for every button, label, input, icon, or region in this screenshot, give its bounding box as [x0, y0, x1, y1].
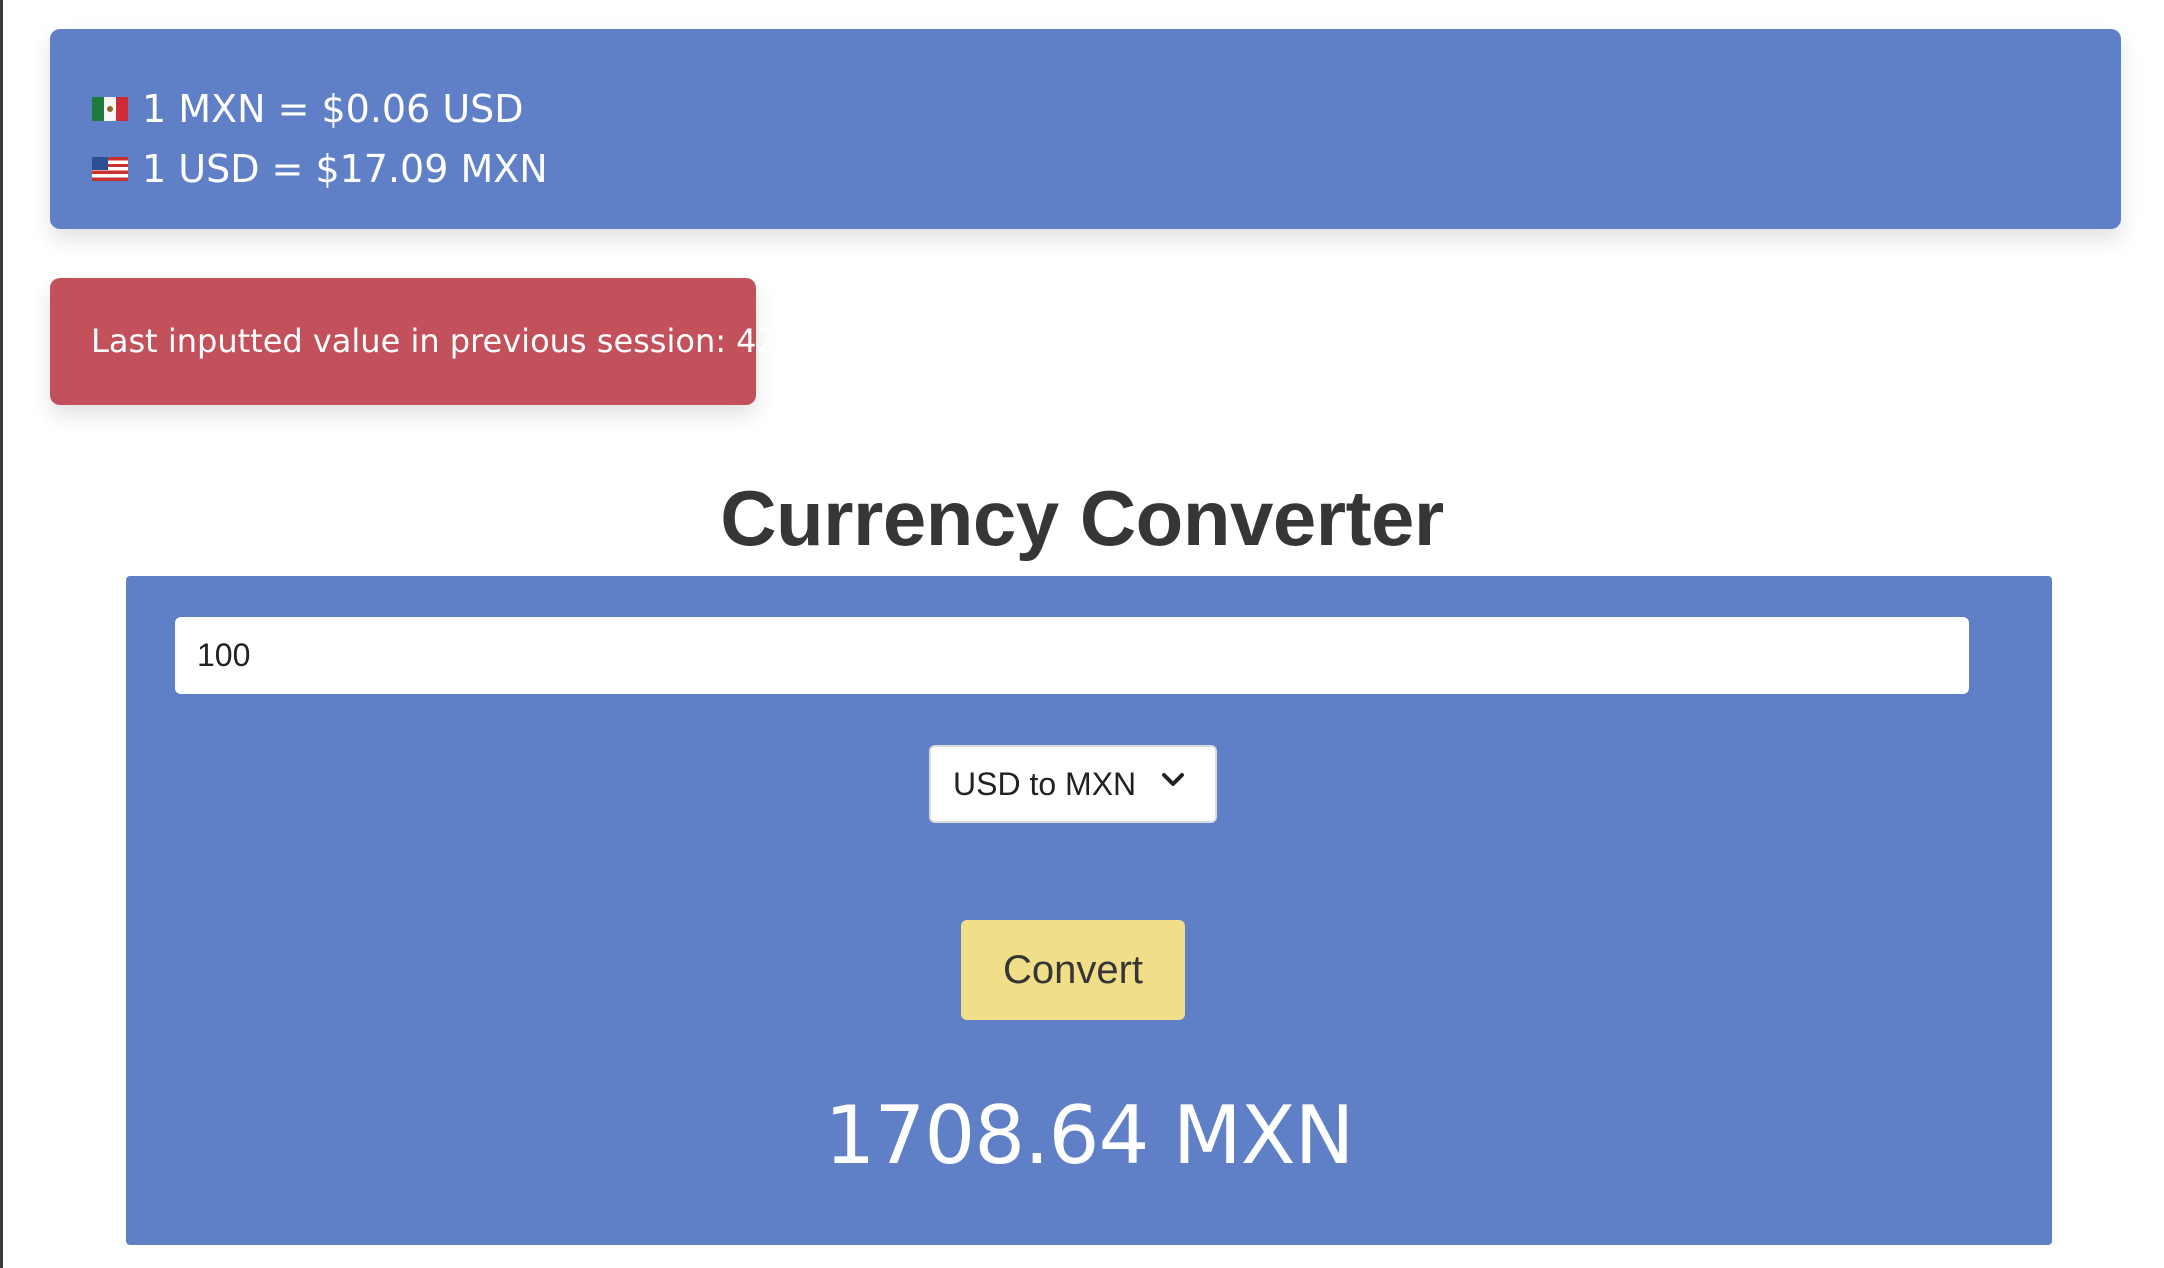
mxn-to-usd-rate: 1 MXN = $0.06 USD [92, 79, 2121, 139]
page-title: Currency Converter [720, 474, 1444, 562]
chevron-down-icon [1162, 773, 1184, 786]
left-window-border [0, 0, 3, 1268]
conversion-direction-select[interactable]: USD to MXN [929, 745, 1217, 823]
usd-to-mxn-rate: 1 USD = $17.09 MXN [92, 139, 2121, 199]
convert-button[interactable]: Convert [961, 920, 1185, 1020]
previous-session-notice-text: Last inputted value in previous session:… [91, 322, 777, 360]
us-flag-icon [92, 157, 128, 181]
exchange-rates-box: 1 MXN = $0.06 USD 1 USD = $17.09 MXN [50, 29, 2121, 229]
usd-to-mxn-rate-text: 1 USD = $17.09 MXN [142, 147, 548, 191]
conversion-direction-value: USD to MXN [953, 765, 1137, 802]
amount-input[interactable] [175, 617, 1969, 694]
previous-session-notice: Last inputted value in previous session:… [50, 278, 777, 405]
conversion-result: 1708.64 MXN [824, 1089, 1355, 1182]
converter-panel: USD to MXN Convert 1708.64 MXN [126, 576, 2052, 1245]
mexico-flag-icon [92, 97, 128, 121]
mxn-to-usd-rate-text: 1 MXN = $0.06 USD [142, 87, 524, 131]
